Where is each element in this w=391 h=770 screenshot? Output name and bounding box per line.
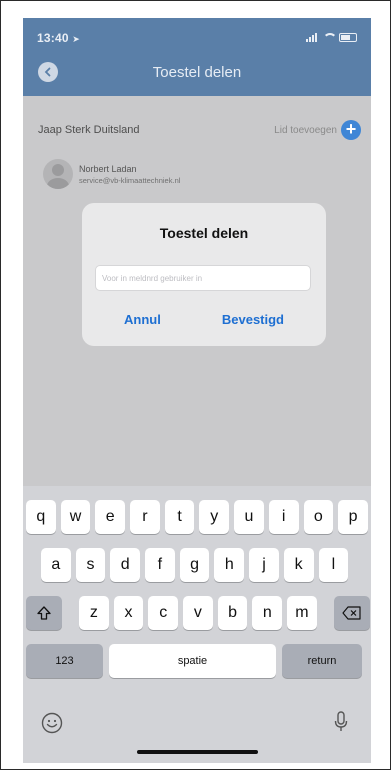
member-item[interactable]: Norbert Ladan service@vb-klimaattechniek… xyxy=(43,156,180,192)
key-r[interactable]: r xyxy=(130,500,160,534)
key-e[interactable]: e xyxy=(95,500,126,534)
key-u[interactable]: u xyxy=(234,500,264,534)
member-info: Norbert Ladan service@vb-klimaattechniek… xyxy=(79,164,180,185)
key-m[interactable]: m xyxy=(287,596,317,630)
status-time-text: 13:40 xyxy=(37,31,69,45)
key-x[interactable]: x xyxy=(113,596,144,630)
keyboard: q w e r t y u i o p a s d f g h j k l z … xyxy=(23,486,371,763)
group-row: Jaap Sterk Duitsland Lid toevoegen + xyxy=(38,120,361,140)
add-member-button[interactable]: Lid toevoegen + xyxy=(274,120,361,140)
backspace-icon xyxy=(342,606,361,620)
keyboard-row-1: q w e r t y u i o p xyxy=(26,500,371,534)
share-device-dialog: Toestel delen Annul Bevestigd xyxy=(82,203,326,346)
shift-key[interactable] xyxy=(26,596,62,630)
key-g[interactable]: g xyxy=(179,548,210,582)
key-s[interactable]: s xyxy=(75,548,106,582)
cancel-button[interactable]: Annul xyxy=(124,312,161,327)
numbers-key[interactable]: 123 xyxy=(26,644,103,678)
dialog-title: Toestel delen xyxy=(159,225,249,241)
space-key[interactable]: spatie xyxy=(109,644,276,678)
home-indicator xyxy=(137,750,258,754)
key-k[interactable]: k xyxy=(283,548,314,582)
add-member-label: Lid toevoegen xyxy=(274,124,337,136)
microphone-icon[interactable] xyxy=(333,710,349,734)
key-q[interactable]: q xyxy=(26,500,56,534)
key-d[interactable]: d xyxy=(110,548,141,582)
key-c[interactable]: c xyxy=(148,596,179,630)
key-a[interactable]: a xyxy=(41,548,71,582)
keyboard-row-2: a s d f g h j k l xyxy=(41,548,371,582)
page-title: Toestel delen xyxy=(152,64,242,81)
emoji-icon[interactable] xyxy=(41,712,63,734)
key-l[interactable]: l xyxy=(318,548,349,582)
key-z[interactable]: z xyxy=(79,596,109,630)
key-h[interactable]: h xyxy=(214,548,245,582)
key-y[interactable]: y xyxy=(199,500,230,534)
wifi-icon xyxy=(322,32,337,42)
shift-icon xyxy=(37,606,51,620)
group-name: Jaap Sterk Duitsland xyxy=(38,124,140,136)
member-email: service@vb-klimaattechniek.nl xyxy=(79,175,181,185)
key-w[interactable]: w xyxy=(60,500,91,534)
key-o[interactable]: o xyxy=(303,500,334,534)
key-t[interactable]: t xyxy=(164,500,195,534)
screenshot-frame: 13:40 ➤ Toestel delen Jaap Sterk Duitsla… xyxy=(0,0,391,770)
nav-header: 13:40 ➤ Toestel delen xyxy=(23,18,371,96)
phone-screen: 13:40 ➤ Toestel delen Jaap Sterk Duitsla… xyxy=(23,18,371,763)
key-i[interactable]: i xyxy=(268,500,299,534)
keyboard-row-3: z x c v b n m xyxy=(26,596,371,630)
battery-icon xyxy=(339,32,357,42)
avatar xyxy=(43,159,73,189)
location-arrow-icon: ➤ xyxy=(72,34,80,44)
return-key[interactable]: return xyxy=(282,644,362,678)
key-p[interactable]: p xyxy=(338,500,368,534)
dialog-buttons: Annul Bevestigd xyxy=(82,301,326,337)
key-v[interactable]: v xyxy=(183,596,213,630)
key-b[interactable]: b xyxy=(217,596,248,630)
key-n[interactable]: n xyxy=(252,596,283,630)
status-icons xyxy=(306,32,357,42)
confirm-button[interactable]: Bevestigd xyxy=(222,312,284,327)
user-input[interactable] xyxy=(95,265,311,291)
keyboard-row-4: 123 spatie return xyxy=(26,644,371,678)
backspace-key[interactable] xyxy=(333,596,370,630)
plus-icon[interactable]: + xyxy=(341,120,361,140)
member-name: Norbert Ladan xyxy=(79,163,137,174)
key-f[interactable]: f xyxy=(145,548,175,582)
signal-icon xyxy=(306,32,317,42)
key-j[interactable]: j xyxy=(249,548,279,582)
status-time: 13:40 ➤ xyxy=(37,31,80,45)
